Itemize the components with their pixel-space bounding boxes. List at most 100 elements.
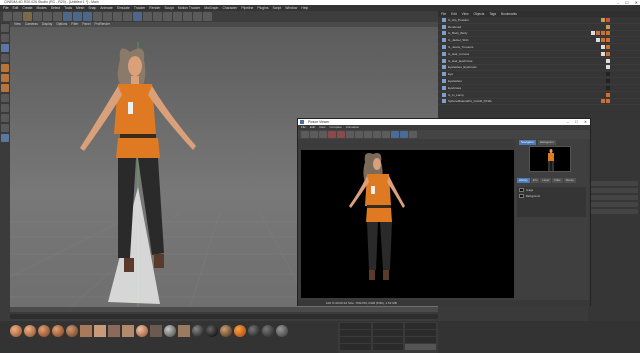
live-selection-icon[interactable]: [23, 12, 32, 21]
material-swatch[interactable]: [52, 325, 64, 337]
attribute-field[interactable]: [590, 195, 638, 200]
material-swatch[interactable]: [178, 325, 190, 337]
tag-icon[interactable]: [601, 17, 605, 22]
light-icon[interactable]: [203, 12, 212, 21]
tab-histogram[interactable]: Histogram: [537, 140, 556, 145]
deformer-icon[interactable]: [173, 12, 182, 21]
material-swatch[interactable]: [136, 325, 148, 337]
tab-navigator[interactable]: Navigator: [519, 140, 536, 145]
vp-menu-display[interactable]: Display: [42, 22, 52, 27]
tag-icon[interactable]: [606, 92, 610, 97]
view-mode-icon[interactable]: [391, 131, 399, 138]
tag-icon[interactable]: [606, 79, 610, 84]
render-view-icon[interactable]: [103, 12, 112, 21]
vp-menu-cameras[interactable]: Cameras: [25, 22, 38, 27]
vp-menu-panel[interactable]: Panel: [82, 22, 90, 27]
floor-icon[interactable]: [183, 12, 192, 21]
material-swatch[interactable]: [38, 325, 50, 337]
vp-menu-view[interactable]: View: [14, 22, 21, 27]
snap-icon[interactable]: [1, 114, 9, 122]
model-mode-icon[interactable]: [1, 34, 9, 42]
coord-field[interactable]: [340, 337, 371, 343]
coord-mode-select[interactable]: [340, 344, 371, 350]
vp-menu-prorender[interactable]: ProRender: [95, 22, 110, 27]
object-row[interactable]: G_Jacket_Shirt: [438, 37, 640, 45]
points-mode-icon[interactable]: [1, 64, 9, 72]
channel-icon[interactable]: [364, 131, 372, 138]
coord-field[interactable]: [372, 330, 404, 336]
render-picture-viewer-icon[interactable]: [113, 12, 122, 21]
array-icon[interactable]: [163, 12, 172, 21]
texture-mode-icon[interactable]: [1, 44, 9, 52]
render-canvas[interactable]: [301, 150, 514, 298]
material-swatch[interactable]: [122, 325, 134, 337]
object-row[interactable]: G_Body_Body: [438, 31, 640, 38]
material-swatch[interactable]: [206, 325, 218, 337]
edges-mode-icon[interactable]: [1, 74, 9, 82]
attribute-field[interactable]: [590, 181, 638, 186]
material-swatch[interactable]: [164, 325, 176, 337]
filter-icon[interactable]: [409, 131, 417, 138]
navigator-thumbnail[interactable]: [529, 146, 571, 172]
coord-field[interactable]: [340, 323, 371, 329]
coord-size-select[interactable]: [372, 344, 404, 350]
coord-field[interactable]: [372, 337, 404, 343]
object-row[interactable]: G_Lt_Lamp: [438, 92, 640, 99]
quantize-icon[interactable]: [1, 124, 9, 132]
tag-icon[interactable]: [606, 85, 610, 90]
tag-icon[interactable]: [606, 65, 610, 70]
object-row[interactable]: G_Hair_Eyebrows: [438, 58, 640, 65]
tag-icon[interactable]: [606, 99, 610, 104]
render-region-icon[interactable]: [337, 131, 345, 138]
material-swatch[interactable]: [94, 325, 106, 337]
coord-field[interactable]: [405, 323, 437, 329]
coord-field[interactable]: [405, 330, 437, 336]
object-row[interactable]: Rendered: [438, 24, 640, 31]
tag-icon[interactable]: [606, 31, 610, 36]
cube-icon[interactable]: [133, 12, 142, 21]
material-swatch[interactable]: [10, 325, 22, 337]
timeline-scrubber[interactable]: [10, 314, 438, 319]
object-row[interactable]: Eye: [438, 71, 640, 79]
tag-icon[interactable]: [601, 99, 605, 104]
tab-history[interactable]: History: [517, 178, 530, 183]
tag-icon[interactable]: [606, 58, 610, 63]
object-row[interactable]: Eyelashes: [438, 78, 640, 85]
coord-field[interactable]: [405, 337, 437, 343]
redo-icon[interactable]: [13, 12, 22, 21]
stop-render-icon[interactable]: [328, 131, 336, 138]
material-swatch[interactable]: [262, 325, 274, 337]
x-axis-icon[interactable]: [63, 12, 72, 21]
locked-workplane-icon[interactable]: [1, 134, 9, 142]
material-swatch[interactable]: [108, 325, 120, 337]
polygons-mode-icon[interactable]: [1, 84, 9, 92]
vp-menu-options[interactable]: Options: [56, 22, 67, 27]
tag-icon[interactable]: [596, 38, 600, 43]
tab-layer[interactable]: Layer: [540, 178, 552, 183]
tag-icon[interactable]: [596, 31, 600, 36]
lut-icon[interactable]: [373, 131, 381, 138]
object-row[interactable]: Eyebrows: [438, 85, 640, 92]
open-icon[interactable]: [301, 131, 309, 138]
material-swatch[interactable]: [150, 325, 162, 337]
material-swatch[interactable]: [276, 325, 288, 337]
tab-info[interactable]: Info: [530, 178, 540, 183]
material-swatch[interactable]: [24, 325, 36, 337]
tab-stereo[interactable]: Stereo: [563, 178, 576, 183]
tweak-mode-icon[interactable]: [1, 104, 9, 112]
pen-icon[interactable]: [143, 12, 152, 21]
coordinate-system-icon[interactable]: [93, 12, 102, 21]
camera-icon[interactable]: [193, 12, 202, 21]
tag-icon[interactable]: [606, 51, 610, 56]
workplane-icon[interactable]: [1, 54, 9, 62]
zoom-icon[interactable]: [355, 131, 363, 138]
object-row[interactable]: G_Hip_Position: [438, 17, 640, 24]
tag-icon[interactable]: [606, 45, 610, 50]
axis-mode-icon[interactable]: [1, 94, 9, 102]
material-swatch[interactable]: [220, 325, 232, 337]
coord-field[interactable]: [340, 330, 371, 336]
scale-icon[interactable]: [43, 12, 52, 21]
object-row[interactable]: G_Hair_Corona: [438, 51, 640, 58]
tag-icon[interactable]: [601, 51, 605, 56]
tab-filter[interactable]: Filter: [552, 178, 563, 183]
